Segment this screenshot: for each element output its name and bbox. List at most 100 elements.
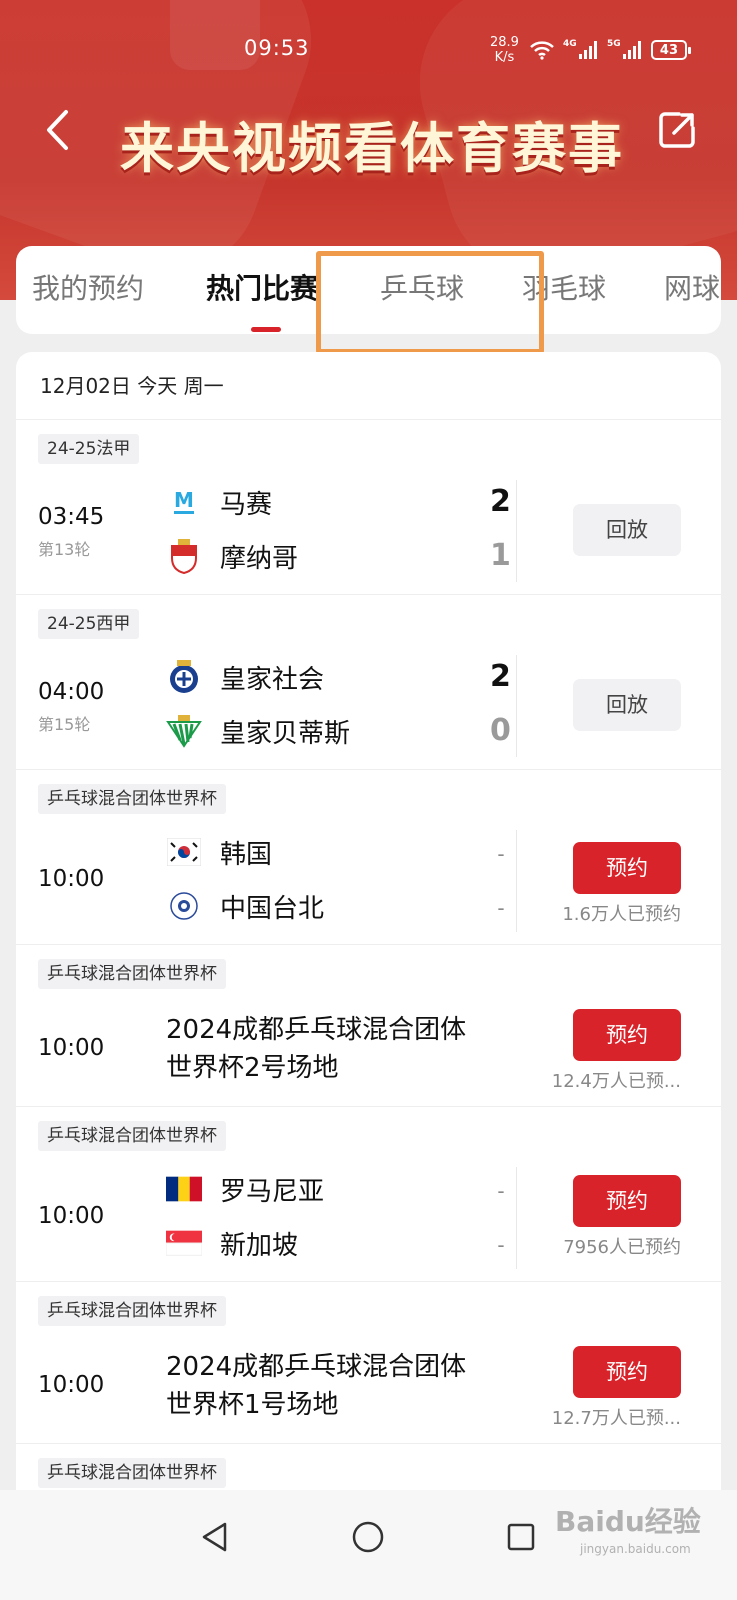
monaco-logo-icon (166, 538, 202, 574)
signal-4g-label: 4G (562, 39, 577, 49)
league-tag: 乒乓球混合团体世界杯 (38, 1458, 226, 1488)
singapore-flag-icon (166, 1225, 202, 1261)
net-speed-unit: K/s (494, 50, 515, 65)
team-name: 新加坡 (220, 1230, 299, 1261)
tab-tennis[interactable]: 网球 (664, 246, 720, 334)
share-button[interactable] (652, 105, 702, 155)
status-time: 09:53 (244, 36, 310, 60)
home-team: 罗马尼亚 (166, 1169, 506, 1209)
tab-badminton[interactable]: 羽毛球 (522, 246, 606, 334)
team-name: 皇家贝蒂斯 (220, 718, 351, 749)
tab-table-tennis[interactable]: 乒乓球 (380, 246, 464, 334)
match-time: 10:00 (38, 866, 105, 892)
away-team: 皇家贝蒂斯 (166, 711, 506, 751)
reserve-count: 1.6万人已预约 (562, 904, 681, 925)
match-item[interactable]: 乒乓球混合团体世界杯 10:00 罗马尼亚 新加坡 - - 预约 7956人已预… (16, 1107, 721, 1282)
chevron-left-icon (47, 110, 68, 150)
svg-text:M: M (174, 488, 194, 512)
share-icon (659, 112, 695, 148)
net-speed: 28.9 K/s (490, 35, 519, 65)
chinese-taipei-flag-icon (166, 888, 202, 924)
match-time: 03:45 (38, 504, 105, 530)
korea-flag-icon (166, 834, 202, 870)
match-time: 04:00 (38, 679, 105, 705)
team-name: 中国台北 (220, 893, 325, 924)
away-team: 新加坡 (166, 1223, 506, 1263)
match-item[interactable]: 24-25法甲 03:45 第13轮 M 马赛 摩纳哥 2 1 回放 (16, 420, 721, 595)
square-recent-icon (507, 1523, 535, 1551)
divider (516, 655, 517, 757)
signal-5g-icon: 5G (607, 39, 641, 59)
home-score: 2 (490, 484, 511, 519)
team-name: 马赛 (220, 489, 273, 520)
nav-back-button[interactable] (190, 1512, 240, 1562)
marseille-logo-icon: M (166, 484, 202, 520)
real-sociedad-logo-icon (166, 659, 202, 695)
match-item[interactable]: 乒乓球混合团体世界杯 10:00 韩国 中国台北 - - 预约 1.6万人已预约 (16, 770, 721, 945)
league-tag: 乒乓球混合团体世界杯 (38, 784, 226, 814)
league-tag: 乒乓球混合团体世界杯 (38, 959, 226, 989)
league-tag: 乒乓球混合团体世界杯 (38, 1296, 226, 1326)
event-title-line: 2024成都乒乓球混合团体 (166, 1352, 467, 1382)
reserve-count: 12.7万人已预... (551, 1408, 681, 1429)
replay-button[interactable]: 回放 (573, 504, 681, 556)
category-tabs: 我的预约 热门比赛 乒乓球 羽毛球 网球 (16, 246, 721, 334)
wifi-icon (530, 41, 554, 60)
away-team: 中国台北 (166, 886, 506, 926)
back-button[interactable] (38, 105, 78, 155)
match-round: 第15轮 (38, 715, 91, 734)
reserve-button[interactable]: 预约 (573, 842, 681, 894)
match-item[interactable]: 24-25西甲 04:00 第15轮 皇家社会 皇家贝蒂斯 2 0 回放 (16, 595, 721, 770)
match-time: 10:00 (38, 1035, 105, 1061)
nav-home-button[interactable] (343, 1512, 393, 1562)
net-speed-value: 28.9 (490, 35, 519, 50)
event-title-line: 世界杯2号场地 (166, 1053, 339, 1083)
nav-recent-button[interactable] (496, 1512, 546, 1562)
home-score: - (497, 842, 505, 866)
reserve-count: 12.4万人已预... (551, 1071, 681, 1092)
signal-5g-label: 5G (606, 39, 621, 49)
reserve-button[interactable]: 预约 (573, 1175, 681, 1227)
match-item[interactable]: 乒乓球混合团体世界杯 10:00 2024成都乒乓球混合团体 世界杯1号场地 预… (16, 1282, 721, 1444)
home-team: M 马赛 (166, 482, 506, 522)
tab-hot-matches[interactable]: 热门比赛 (206, 246, 318, 334)
event-title: 2024成都乒乓球混合团体 世界杯1号场地 (166, 1348, 516, 1424)
watermark-logo: Baidu经验 (555, 1505, 701, 1538)
away-team: 摩纳哥 (166, 536, 506, 576)
reserve-count: 7956人已预约 (563, 1237, 681, 1258)
event-title-line: 2024成都乒乓球混合团体 (166, 1015, 467, 1045)
away-score: 0 (490, 713, 511, 748)
match-time: 10:00 (38, 1372, 105, 1398)
real-betis-logo-icon (166, 713, 202, 749)
divider (516, 1167, 517, 1269)
match-round: 第13轮 (38, 540, 91, 559)
home-team: 韩国 (166, 832, 506, 872)
battery-icon: 43 (650, 40, 691, 60)
divider (516, 830, 517, 932)
league-tag: 乒乓球混合团体世界杯 (38, 1121, 226, 1151)
circle-home-icon (352, 1521, 384, 1553)
team-name: 皇家社会 (220, 664, 325, 695)
tab-my-reservations[interactable]: 我的预约 (32, 246, 144, 334)
signal-4g-icon: 4G (563, 39, 597, 59)
event-title: 2024成都乒乓球混合团体 世界杯2号场地 (166, 1011, 516, 1087)
away-score: - (497, 1233, 505, 1257)
date-header: 12月02日 今天 周一 (16, 352, 721, 420)
team-name: 罗马尼亚 (220, 1176, 325, 1207)
league-tag: 24-25西甲 (38, 609, 140, 639)
triangle-back-icon (202, 1522, 227, 1552)
home-score: 2 (490, 659, 511, 694)
reserve-button[interactable]: 预约 (573, 1009, 681, 1061)
home-team: 皇家社会 (166, 657, 506, 697)
event-title-line: 世界杯1号场地 (166, 1390, 339, 1420)
romania-flag-icon (166, 1171, 202, 1207)
active-tab-indicator (251, 327, 281, 332)
reserve-button[interactable]: 预约 (573, 1346, 681, 1398)
replay-button[interactable]: 回放 (573, 679, 681, 731)
page-title-banner: 来央视频看体育赛事 (120, 116, 624, 180)
team-name: 摩纳哥 (220, 543, 299, 574)
match-item[interactable]: 乒乓球混合团体世界杯 10:00 2024成都乒乓球混合团体 世界杯2号场地 预… (16, 945, 721, 1107)
team-name: 韩国 (220, 839, 273, 870)
watermark-url: jingyan.baidu.com (580, 1542, 691, 1556)
battery-level: 43 (659, 42, 678, 58)
